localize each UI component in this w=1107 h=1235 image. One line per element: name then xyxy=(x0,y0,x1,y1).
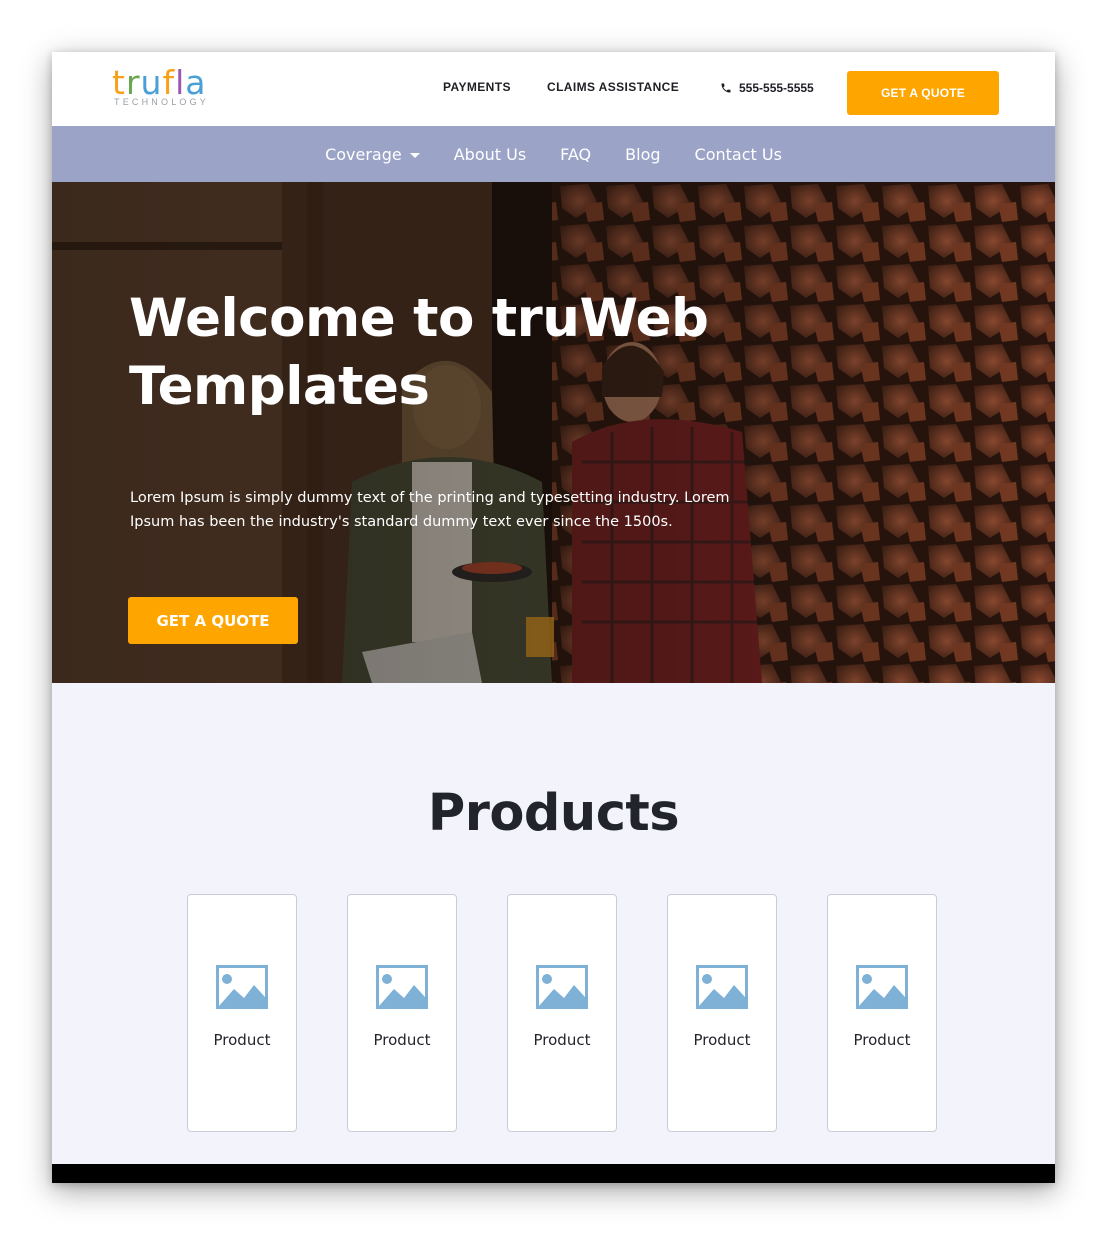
hero-description: Lorem Ipsum is simply dummy text of the … xyxy=(130,490,730,530)
nav-item-contact-us[interactable]: Contact Us xyxy=(695,145,782,164)
product-label: Product xyxy=(213,1031,271,1049)
image-placeholder-icon xyxy=(216,965,268,1009)
header-get-a-quote-button[interactable]: GET A QUOTE xyxy=(847,71,999,115)
main-nav: Coverage About Us FAQ Blog Contact Us xyxy=(52,126,1055,182)
logo-subtext: TECHNOLOGY xyxy=(114,97,210,107)
image-placeholder-icon xyxy=(536,965,588,1009)
top-header: trufla TECHNOLOGY PAYMENTS CLAIMS ASSIST… xyxy=(52,52,1055,126)
product-card[interactable]: Product xyxy=(827,894,937,1132)
hero-title: Welcome to truWeb Templates xyxy=(129,288,709,417)
product-card[interactable]: Product xyxy=(507,894,617,1132)
product-card[interactable]: Product xyxy=(667,894,777,1132)
product-label: Product xyxy=(693,1031,751,1049)
nav-item-blog[interactable]: Blog xyxy=(625,145,660,164)
phone-number: 555-555-5555 xyxy=(739,81,814,95)
chevron-down-icon xyxy=(409,152,420,158)
logo[interactable]: trufla TECHNOLOGY xyxy=(112,66,222,110)
claims-assistance-link[interactable]: CLAIMS ASSISTANCE xyxy=(547,80,679,94)
nav-item-coverage[interactable]: Coverage xyxy=(325,145,420,164)
logo-wordmark: trufla xyxy=(112,63,207,102)
products-heading: Products xyxy=(427,784,680,843)
product-label: Product xyxy=(533,1031,591,1049)
hero-get-a-quote-button[interactable]: GET A QUOTE xyxy=(128,597,298,644)
footer xyxy=(52,1164,1055,1183)
product-label: Product xyxy=(853,1031,911,1049)
phone-icon xyxy=(721,83,731,93)
hero-section: Welcome to truWeb Templates Lorem Ipsum … xyxy=(52,182,1055,683)
nav-item-about-us[interactable]: About Us xyxy=(454,145,526,164)
product-card[interactable]: Product xyxy=(187,894,297,1132)
payments-link[interactable]: PAYMENTS xyxy=(443,80,511,94)
phone-link[interactable]: 555-555-5555 xyxy=(720,81,814,95)
nav-item-label: Coverage xyxy=(325,144,402,164)
product-card[interactable]: Product xyxy=(347,894,457,1132)
product-label: Product xyxy=(373,1031,431,1049)
image-placeholder-icon xyxy=(856,965,908,1009)
page: trufla TECHNOLOGY PAYMENTS CLAIMS ASSIST… xyxy=(52,52,1055,1183)
image-placeholder-icon xyxy=(376,965,428,1009)
nav-item-faq[interactable]: FAQ xyxy=(560,145,591,164)
image-placeholder-icon xyxy=(696,965,748,1009)
